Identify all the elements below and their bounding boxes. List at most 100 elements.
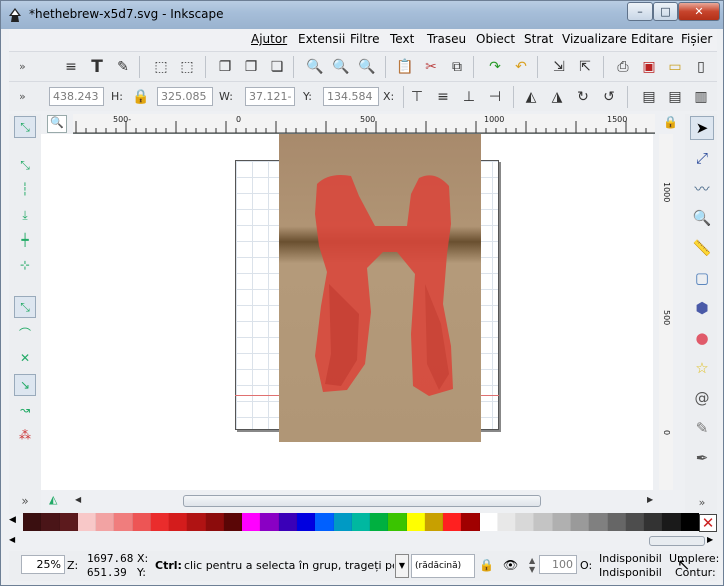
title-bar[interactable]: *hethebrew-x5d7.svg - Inkscape – □ ✕	[1, 1, 723, 29]
snap-bbox-center-icon[interactable]: ⊹	[14, 254, 36, 276]
drawing-canvas[interactable]	[41, 134, 653, 490]
color-swatch[interactable]	[41, 513, 60, 531]
bottom-icon[interactable]: ▥	[691, 87, 711, 107]
close-button[interactable]: ✕	[678, 2, 720, 21]
color-swatch[interactable]	[59, 513, 78, 531]
color-swatch[interactable]	[351, 513, 371, 531]
menu-filters[interactable]: Filtre	[350, 32, 379, 46]
drop-color-icon[interactable]: ◭	[49, 493, 65, 509]
menu-file[interactable]: Fișier	[681, 32, 712, 46]
rotate-cw-icon[interactable]: ↻	[573, 87, 593, 107]
color-swatch[interactable]	[315, 513, 334, 531]
text-tool-icon[interactable]: T	[87, 57, 107, 77]
palette-scroll-left[interactable]: ◀	[9, 515, 16, 525]
snap-bbox-icon[interactable]: ⤡	[14, 154, 36, 176]
cut-icon[interactable]: ✂	[421, 57, 441, 77]
hscroll-thumb[interactable]	[183, 495, 541, 507]
snap-bbox-corners-icon[interactable]: ⤓	[14, 204, 36, 226]
toolbar-overflow-button[interactable]: »	[19, 60, 26, 73]
lower-icon[interactable]: ▤	[665, 87, 685, 107]
color-swatch[interactable]	[497, 513, 517, 531]
rotate-ccw-icon[interactable]: ↺	[599, 87, 619, 107]
snap-bbox-edges-icon[interactable]: ┆	[14, 178, 36, 200]
color-swatch[interactable]	[424, 513, 444, 531]
color-swatch[interactable]	[516, 513, 535, 531]
snap-enable-icon[interactable]: ⤡	[14, 116, 36, 138]
align-top-icon[interactable]: ⊤	[407, 87, 427, 107]
tweak-tool-icon[interactable]: 〰	[690, 176, 714, 200]
redo-icon[interactable]: ↷	[485, 57, 505, 77]
print-icon[interactable]: ⎙	[613, 57, 633, 77]
snap-intersections-icon[interactable]: ✕	[14, 347, 36, 369]
menu-layer[interactable]: Strat	[524, 32, 553, 46]
zoom-field[interactable]: 25%	[21, 555, 65, 574]
snap-nodes-icon[interactable]: ⤡	[14, 296, 36, 318]
snap-paths-icon[interactable]: ⌒	[14, 322, 36, 344]
opacity-field[interactable]: 100	[539, 555, 577, 574]
snap-cusp-nodes-icon[interactable]: ↘	[14, 374, 36, 396]
align-left-icon[interactable]: ⊣	[485, 87, 505, 107]
star-tool-icon[interactable]: ☆	[690, 356, 714, 380]
snap-overflow-button[interactable]: »	[14, 490, 36, 512]
horizontal-scrollbar[interactable]: ◀ ▶	[73, 493, 657, 509]
h-field[interactable]: 325.085	[157, 87, 213, 106]
y-field[interactable]: 134.584	[323, 87, 379, 106]
pen-tool-icon[interactable]: ✒	[690, 446, 714, 470]
pencil-tool-icon[interactable]: ✎	[690, 416, 714, 440]
color-swatch[interactable]	[23, 513, 42, 531]
snap-midpoints-icon[interactable]: ⁂	[14, 424, 36, 446]
color-swatch[interactable]	[150, 513, 170, 531]
node-tool-icon[interactable]: ⤢	[690, 146, 714, 170]
3d-box-tool-icon[interactable]: ⬢	[690, 296, 714, 320]
export-icon[interactable]: ⇲	[549, 57, 569, 77]
duplicate-icon[interactable]: ❏	[267, 57, 287, 77]
maximize-button[interactable]: □	[653, 2, 678, 21]
w-field[interactable]: 37.121-	[245, 87, 295, 106]
color-swatch[interactable]	[278, 513, 297, 531]
zoom-tool-icon[interactable]: 🔍	[690, 206, 714, 230]
zoom-selection-icon[interactable]: 🔍	[357, 57, 377, 77]
raster-image-letter[interactable]	[279, 134, 481, 442]
controls-overflow-button[interactable]: »	[19, 90, 26, 103]
color-swatch[interactable]	[680, 513, 699, 531]
menu-object[interactable]: Obiect	[476, 32, 515, 46]
palette-scrollbar[interactable]: ◀ ▶	[9, 534, 717, 548]
color-palette[interactable]	[23, 513, 699, 533]
unlink-clone-icon[interactable]: ❐	[241, 57, 261, 77]
layer-dropdown-arrow[interactable]: ▼	[395, 554, 409, 578]
measure-tool-icon[interactable]: 📏	[690, 236, 714, 260]
color-swatch[interactable]	[242, 513, 261, 531]
layers-icon[interactable]: ≡	[61, 57, 81, 77]
color-swatch[interactable]	[662, 513, 681, 531]
color-swatch[interactable]	[296, 513, 316, 531]
lock-guides-icon[interactable]: 🔒	[663, 115, 678, 129]
opacity-spin-arrows[interactable]: ▲ ▼	[529, 556, 535, 574]
toolbox-overflow-button[interactable]: »	[690, 490, 714, 514]
lock-layer-icon[interactable]: 🔒	[479, 558, 494, 572]
raise-icon[interactable]: ▤	[639, 87, 659, 107]
zoom-corner-icon[interactable]: 🔍	[47, 115, 67, 133]
color-swatch[interactable]	[187, 513, 206, 531]
color-swatch[interactable]	[406, 513, 425, 531]
color-swatch[interactable]	[169, 513, 188, 531]
color-swatch[interactable]	[132, 513, 151, 531]
menu-edit[interactable]: Editare	[631, 32, 674, 46]
ungroup-icon[interactable]: ⬚	[177, 57, 197, 77]
menu-help[interactable]: Ajutor	[251, 32, 287, 46]
toggle-visibility-icon[interactable]: 👁	[503, 558, 518, 572]
color-swatch[interactable]	[223, 513, 243, 531]
x-field[interactable]: 438.243	[49, 87, 104, 106]
color-swatch[interactable]	[114, 513, 133, 531]
menu-text[interactable]: Text	[390, 32, 414, 46]
scroll-right-arrow[interactable]: ▶	[647, 495, 653, 504]
save-icon[interactable]: ▣	[639, 57, 659, 77]
color-swatch[interactable]	[625, 513, 645, 531]
color-swatch[interactable]	[534, 513, 553, 531]
flip-vertical-icon[interactable]: ◮	[547, 87, 567, 107]
clone-icon[interactable]: ❐	[215, 57, 235, 77]
ellipse-tool-icon[interactable]: ●	[690, 326, 714, 350]
flip-horizontal-icon[interactable]: ◭	[521, 87, 541, 107]
color-swatch[interactable]	[443, 513, 462, 531]
open-icon[interactable]: ▭	[665, 57, 685, 77]
zoom-page-icon[interactable]: 🔍	[305, 57, 325, 77]
